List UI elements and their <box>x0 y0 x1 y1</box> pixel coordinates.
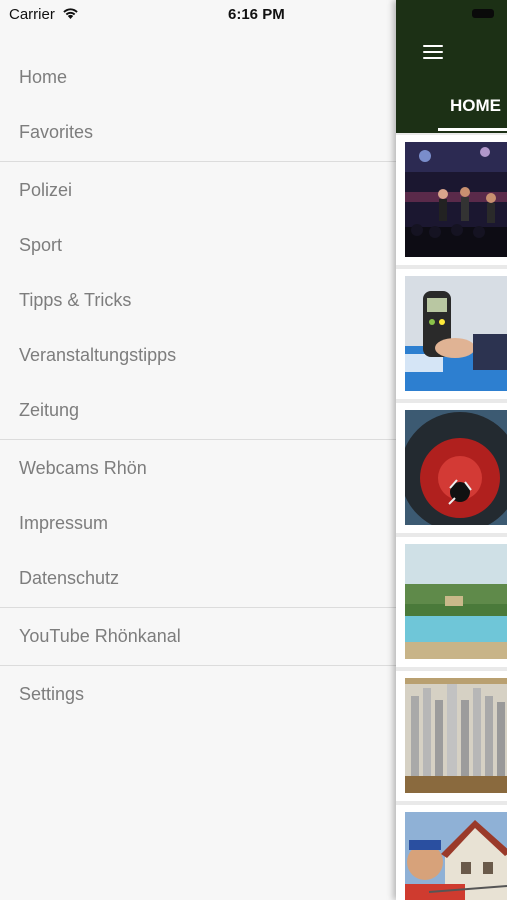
article-card[interactable] <box>396 537 507 667</box>
menu-item-datenschutz[interactable]: Datenschutz <box>0 551 396 606</box>
menu-item-tipps-tricks[interactable]: Tipps & Tricks <box>0 273 396 328</box>
article-card[interactable] <box>396 135 507 265</box>
concert-thumbnail <box>405 142 507 257</box>
church-organ-thumbnail <box>405 678 507 793</box>
breathalyzer-thumbnail <box>405 276 507 391</box>
tab-indicator <box>438 128 507 131</box>
menu-separator <box>0 439 396 440</box>
menu-item-favorites[interactable]: Favorites <box>0 105 396 160</box>
article-card[interactable] <box>396 403 507 533</box>
menu-separator <box>0 161 396 162</box>
menu-item-webcams-rhön[interactable]: Webcams Rhön <box>0 441 396 496</box>
battery-icon <box>472 9 494 18</box>
menu-separator <box>0 607 396 608</box>
menu-item-impressum[interactable]: Impressum <box>0 496 396 551</box>
menu-item-zeitung[interactable]: Zeitung <box>0 383 396 438</box>
article-feed <box>396 135 507 900</box>
menu-icon[interactable] <box>423 45 443 59</box>
menu-item-sport[interactable]: Sport <box>0 218 396 273</box>
menu-item-home[interactable]: Home <box>0 50 396 105</box>
wifi-icon <box>63 8 78 19</box>
tractor-tire-thumbnail <box>405 410 507 525</box>
menu-item-settings[interactable]: Settings <box>0 667 396 722</box>
menu-separator <box>0 665 396 666</box>
outdoor-pool-thumbnail <box>405 544 507 659</box>
carrier-label: Carrier <box>9 6 55 23</box>
main-content: HOME <box>396 0 507 900</box>
article-card[interactable] <box>396 671 507 801</box>
side-menu: Home Favorites Polizei Sport Tipps & Tricks V… <box>0 50 396 722</box>
menu-item-youtube-rhönkanal[interactable]: YouTube Rhönkanal <box>0 609 396 664</box>
article-card[interactable] <box>396 805 507 900</box>
menu-item-veranstaltungstipps[interactable]: Veranstaltungstipps <box>0 328 396 383</box>
tab-home[interactable]: HOME <box>450 96 501 116</box>
bow-archer-thumbnail <box>405 812 507 900</box>
article-card[interactable] <box>396 269 507 399</box>
clock: 6:16 PM <box>228 6 285 23</box>
menu-item-polizei[interactable]: Polizei <box>0 163 396 218</box>
status-bar: Carrier 6:16 PM <box>0 0 396 28</box>
app-bar: HOME <box>396 0 507 133</box>
